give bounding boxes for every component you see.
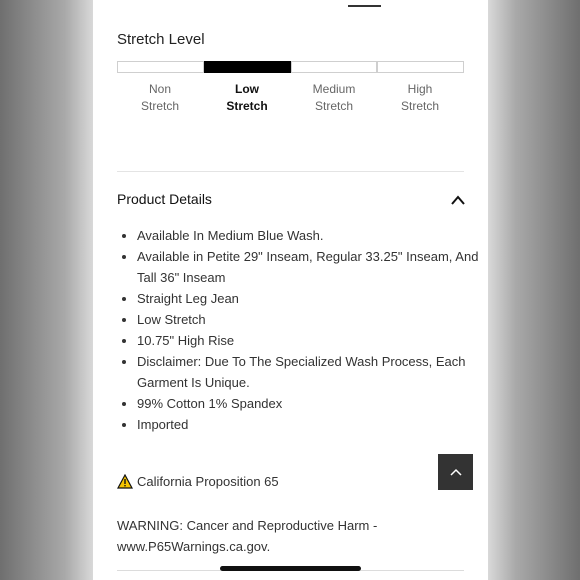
stretch-segment-medium	[291, 61, 377, 73]
stretch-label-non: Non Stretch	[117, 81, 203, 115]
product-page: Stretch Level Non Stretch Low Stretch Me…	[93, 0, 488, 580]
prop65-label: California Proposition 65	[137, 474, 279, 489]
stretch-segment-non	[117, 61, 204, 73]
stretch-label-line2: Stretch	[400, 99, 439, 113]
stretch-label-line2: Stretch	[226, 99, 268, 113]
list-item: 99% Cotton 1% Spandex	[137, 393, 487, 414]
scroll-to-top-button[interactable]	[438, 454, 473, 490]
product-details-title[interactable]: Product Details	[117, 191, 212, 207]
list-item: Available in Petite 29" Inseam, Regular …	[137, 246, 487, 288]
stretch-label-low: Low Stretch	[204, 81, 290, 115]
stretch-segment-low	[204, 61, 291, 73]
stretch-label-line1: Low	[235, 82, 259, 96]
list-item: Available In Medium Blue Wash.	[137, 225, 487, 246]
stretch-label-line1: Non	[148, 82, 171, 96]
stretch-label-line2: Stretch	[140, 99, 179, 113]
stretch-label-line2: Stretch	[314, 99, 353, 113]
warning-triangle-icon	[117, 474, 133, 489]
stretch-label-line1: High	[407, 82, 433, 96]
background-left	[0, 0, 93, 580]
prop65-warning: WARNING: Cancer and Reproductive Harm - …	[117, 518, 378, 554]
list-item: Low Stretch	[137, 309, 487, 330]
list-item: Straight Leg Jean	[137, 288, 487, 309]
list-item: Disclaimer: Due To The Specialized Wash …	[137, 351, 487, 393]
prop65-row: California Proposition 65	[117, 474, 279, 489]
tab-underline	[348, 5, 381, 7]
product-details-list: Available In Medium Blue Wash. Available…	[117, 225, 487, 435]
stretch-level-title: Stretch Level	[117, 31, 205, 48]
stretch-segment-high	[377, 61, 464, 73]
list-item: 10.75" High Rise	[137, 330, 487, 351]
chevron-up-icon	[449, 468, 462, 476]
list-item: Imported	[137, 414, 487, 435]
stretch-label-high: High Stretch	[377, 81, 463, 115]
chevron-up-icon[interactable]	[450, 193, 466, 205]
home-indicator[interactable]	[220, 566, 361, 571]
section-divider	[117, 171, 464, 172]
stretch-label-medium: Medium Stretch	[291, 81, 377, 115]
stretch-level-bar	[117, 61, 464, 73]
stretch-label-line1: Medium	[312, 82, 356, 96]
background-right	[488, 0, 580, 580]
